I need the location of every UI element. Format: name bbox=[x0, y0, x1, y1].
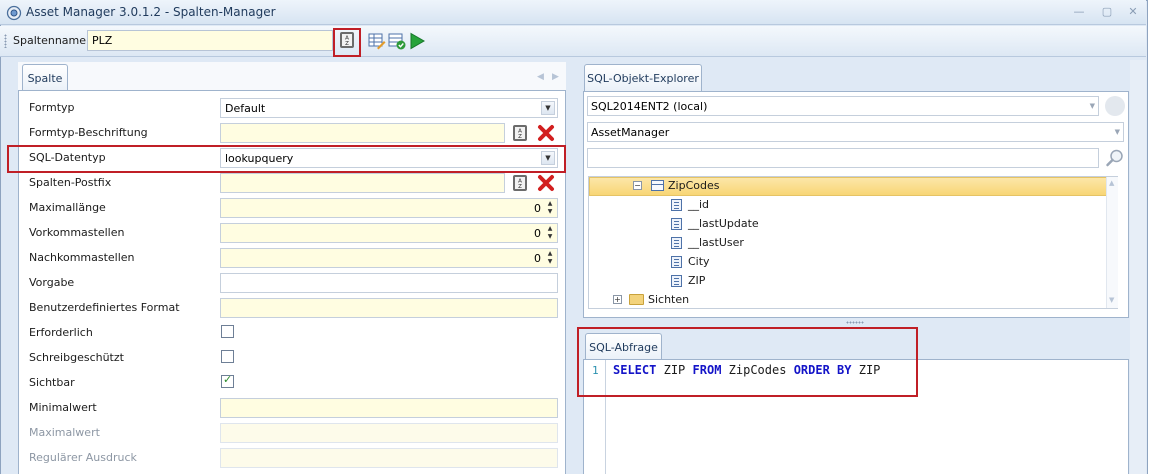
formtyp-value: Default bbox=[225, 102, 266, 115]
tab-sql-objekt-explorer[interactable]: SQL-Objekt-Explorer bbox=[584, 64, 702, 92]
tree-scrollbar[interactable]: ▲ ▼ bbox=[1106, 177, 1118, 308]
tab-scroll-left-icon[interactable]: ◀ bbox=[537, 72, 544, 82]
prop-label-minimalwert: Minimalwert bbox=[29, 401, 97, 414]
vorkommastellen-value: 0 bbox=[534, 227, 541, 240]
tree-item-column[interactable]: City bbox=[688, 253, 710, 271]
spin-updown-icon[interactable]: ▲ ▼ bbox=[545, 225, 555, 241]
tree-item-column[interactable]: __lastUpdate bbox=[688, 215, 759, 233]
search-icon[interactable] bbox=[1105, 148, 1125, 168]
tree-item-column[interactable]: __lastUser bbox=[688, 234, 744, 252]
prop-label-spalten-postfix: Spalten-Postfix bbox=[29, 176, 112, 189]
spalten-postfix-input[interactable] bbox=[220, 173, 505, 193]
az-sort-icon[interactable]: A Z bbox=[511, 124, 529, 142]
expand-icon[interactable]: + bbox=[613, 295, 622, 304]
column-icon bbox=[671, 275, 682, 287]
maximallaenge-stepper[interactable]: 0 ▲ ▼ bbox=[220, 198, 558, 218]
svg-text:Z: Z bbox=[518, 134, 522, 140]
az-sort-icon[interactable]: A Z bbox=[511, 174, 529, 192]
app-logo-icon bbox=[6, 5, 22, 21]
play-icon[interactable] bbox=[408, 32, 426, 50]
formtyp-beschriftung-input[interactable] bbox=[220, 123, 505, 143]
highlight-sql-datentyp bbox=[7, 145, 566, 173]
prop-label-regulaerer-ausdruck: Regulärer Ausdruck bbox=[29, 451, 137, 464]
folder-icon bbox=[629, 294, 644, 305]
vorgabe-input[interactable] bbox=[220, 273, 558, 293]
delete-x-icon[interactable] bbox=[537, 174, 555, 192]
grid-edit-icon[interactable] bbox=[368, 32, 386, 50]
scroll-up-icon[interactable]: ▲ bbox=[1109, 179, 1114, 187]
grid-check-icon[interactable] bbox=[388, 32, 406, 50]
column-icon bbox=[671, 256, 682, 268]
chevron-down-icon[interactable]: ▼ bbox=[1090, 102, 1095, 110]
splitter-grip[interactable] bbox=[846, 321, 864, 324]
highlight-sql-query bbox=[577, 327, 918, 397]
tree-item-table[interactable]: ZipCodes bbox=[668, 177, 719, 195]
toolbar: Spaltenname: A Z bbox=[0, 26, 1146, 57]
prop-label-vorgabe: Vorgabe bbox=[29, 276, 75, 289]
maximalwert-input[interactable] bbox=[220, 423, 558, 443]
prop-label-vorkommastellen: Vorkommastellen bbox=[29, 226, 125, 239]
prop-label-maximallaenge: Maximallänge bbox=[29, 201, 106, 214]
checkmark-icon: ✓ bbox=[223, 373, 233, 386]
title-bar: Asset Manager 3.0.1.2 - Spalten-Manager … bbox=[0, 0, 1146, 25]
column-name-input[interactable] bbox=[87, 30, 333, 51]
delete-x-icon[interactable] bbox=[537, 124, 555, 142]
table-icon bbox=[651, 180, 664, 191]
toolbar-grip[interactable] bbox=[4, 34, 7, 48]
tab-scroll-right-icon[interactable]: ▶ bbox=[552, 72, 559, 82]
chevron-down-icon[interactable]: ▼ bbox=[1115, 128, 1120, 136]
column-icon bbox=[671, 237, 682, 249]
spin-updown-icon[interactable]: ▲ ▼ bbox=[545, 250, 555, 266]
minimalwert-input[interactable] bbox=[220, 398, 558, 418]
database-dropdown[interactable]: AssetManager ▼ bbox=[587, 122, 1124, 142]
window-scrollbar[interactable] bbox=[1130, 60, 1146, 474]
tree-selection bbox=[589, 177, 1107, 196]
column-name-label: Spaltenname: bbox=[13, 34, 90, 47]
nachkommastellen-value: 0 bbox=[534, 252, 541, 265]
sichtbar-checkbox[interactable]: ✓ bbox=[221, 373, 234, 388]
erforderlich-checkbox[interactable] bbox=[221, 325, 234, 338]
prop-label-formtyp-beschriftung: Formtyp-Beschriftung bbox=[29, 126, 148, 139]
scroll-down-icon[interactable]: ▼ bbox=[1109, 296, 1114, 304]
prop-label-benutzerdefiniertes-format: Benutzerdefiniertes Format bbox=[29, 301, 180, 314]
highlight-az-button bbox=[333, 28, 361, 57]
regulaerer-ausdruck-input[interactable] bbox=[220, 448, 558, 468]
server-value: SQL2014ENT2 (local) bbox=[591, 100, 708, 113]
nachkommastellen-stepper[interactable]: 0 ▲ ▼ bbox=[220, 248, 558, 268]
window-title: Asset Manager 3.0.1.2 - Spalten-Manager bbox=[26, 5, 276, 19]
benutzerdefiniertes-format-input[interactable] bbox=[220, 298, 558, 318]
maximize-icon[interactable]: ▢ bbox=[1098, 4, 1116, 20]
close-icon[interactable]: ✕ bbox=[1124, 4, 1142, 20]
collapse-icon[interactable]: − bbox=[633, 181, 642, 190]
tree-item-views[interactable]: Sichten bbox=[648, 291, 689, 309]
object-tree[interactable] bbox=[588, 176, 1118, 309]
prop-label-schreibgeschuetzt: Schreibgeschützt bbox=[29, 351, 124, 364]
minimize-icon[interactable]: — bbox=[1070, 4, 1088, 20]
prop-label-sichtbar: Sichtbar bbox=[29, 376, 75, 389]
spin-updown-icon[interactable]: ▲ ▼ bbox=[545, 200, 555, 216]
formtyp-dropdown[interactable]: Default ▼ bbox=[220, 98, 558, 118]
prop-label-erforderlich: Erforderlich bbox=[29, 326, 93, 339]
column-icon bbox=[671, 218, 682, 230]
schreibgeschuetzt-checkbox[interactable] bbox=[221, 350, 234, 363]
tree-item-column[interactable]: __id bbox=[688, 196, 709, 214]
tree-item-column[interactable]: ZIP bbox=[688, 272, 705, 290]
object-filter-input[interactable] bbox=[587, 148, 1099, 168]
maximallaenge-value: 0 bbox=[534, 202, 541, 215]
database-value: AssetManager bbox=[591, 126, 670, 139]
prop-label-formtyp: Formtyp bbox=[29, 101, 75, 114]
tab-spalte[interactable]: Spalte bbox=[22, 64, 68, 92]
svg-text:Z: Z bbox=[518, 184, 522, 190]
vorkommastellen-stepper[interactable]: 0 ▲ ▼ bbox=[220, 223, 558, 243]
chevron-down-icon[interactable]: ▼ bbox=[541, 101, 555, 115]
server-dropdown[interactable]: SQL2014ENT2 (local) ▼ bbox=[587, 96, 1099, 116]
prop-label-maximalwert: Maximalwert bbox=[29, 426, 100, 439]
refresh-server-icon[interactable] bbox=[1105, 96, 1125, 116]
column-icon bbox=[671, 199, 682, 211]
prop-label-nachkommastellen: Nachkommastellen bbox=[29, 251, 135, 264]
